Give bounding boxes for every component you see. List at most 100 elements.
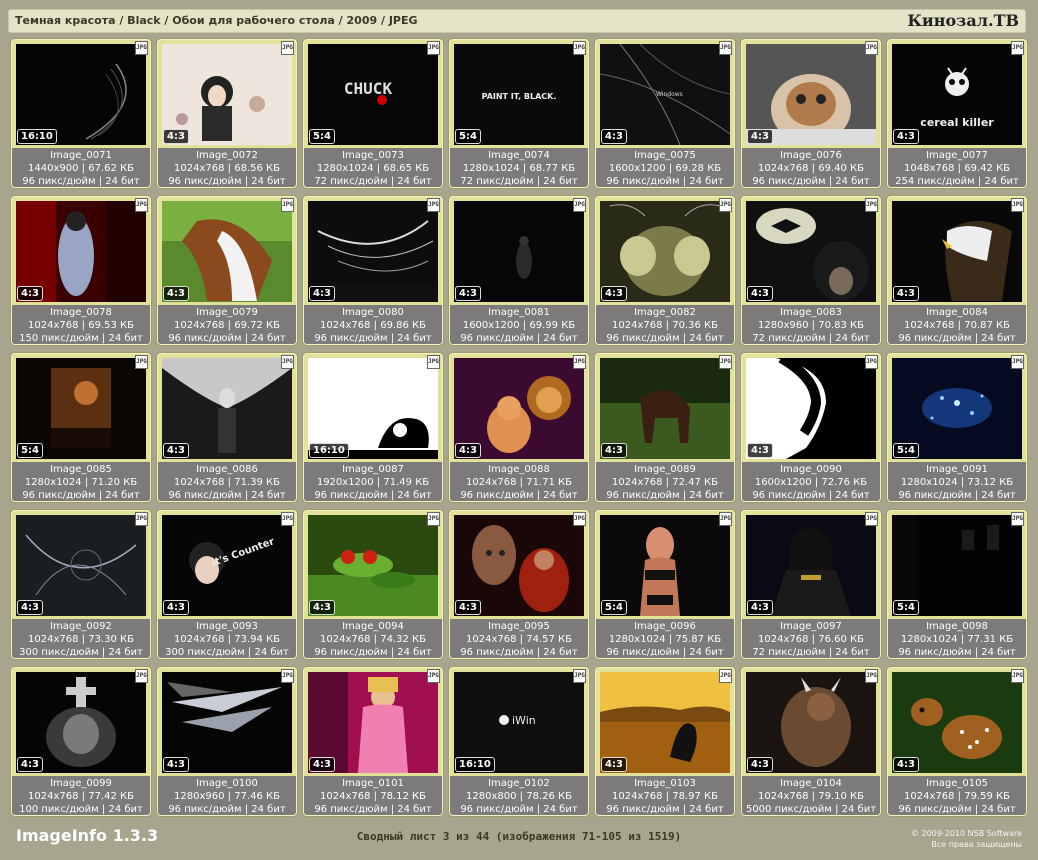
image-resolution: 1280x1024 <box>24 477 82 488</box>
thumbnail-image[interactable]: 4:3 JPG <box>308 669 440 773</box>
thumbnail-image[interactable]: 4:3 JPG <box>16 669 148 773</box>
thumbnail-card[interactable]: 5:4 JPG Image_0098 1280x1024 | 77.31 КБ 96 п… <box>887 510 1027 659</box>
image-dimensions-size: 1024x768 | 74.57 КБ <box>450 633 588 646</box>
breadcrumb: Темная красота / Black / Обои для рабоче… <box>15 14 418 27</box>
image-dpi: 96 пикс/дюйм <box>606 647 680 658</box>
image-info: Image_0101 1024x768 | 78.12 КБ 96 пикс/дюй… <box>304 776 442 815</box>
thumbnail-card[interactable]: 4:3 JPG Image_0092 1024x768 | 73.30 КБ 300 п… <box>11 510 151 659</box>
thumbnail-image[interactable]: 4:3 JPG <box>892 669 1024 773</box>
thumbnail-image[interactable]: 4:3 JPG <box>308 512 440 616</box>
image-info: Image_0103 1024x768 | 78.97 КБ 96 пикс/дюй… <box>596 776 734 815</box>
thumbnail-image[interactable]: 4:3 JPG <box>454 198 586 302</box>
thumbnail-card[interactable]: 4:3 JPG Image_0095 1024x768 | 74.57 КБ 96 пи… <box>449 510 589 659</box>
thumbnail-image[interactable]: CHUCK 5:4 JPG <box>308 41 440 145</box>
thumbnail-card[interactable]: 4:3 JPG Image_0078 1024x768 | 69.53 КБ 150 п… <box>11 196 151 345</box>
thumbnail-image[interactable]: PAINT IT, BLACK. 5:4 JPG <box>454 41 586 145</box>
thumbnail-card[interactable]: 5:4 JPG Image_0085 1280x1024 | 71.20 КБ 96 п… <box>11 353 151 502</box>
copyright: © 2009-2010 NSB Software Все права защищ… <box>911 828 1022 850</box>
thumbnail-card[interactable]: 4:3 JPG Image_0079 1024x768 | 69.72 КБ 96 пи… <box>157 196 297 345</box>
thumbnail-card[interactable]: 16:10 JPG Image_0071 1440x900 | 67.62 КБ 96 … <box>11 39 151 188</box>
thumbnail-card[interactable]: 4:3 JPG Image_0076 1024x768 | 69.40 КБ 96 пи… <box>741 39 881 188</box>
thumbnail-image[interactable]: 4:3 JPG <box>892 198 1024 302</box>
thumbnail-card[interactable]: 4:3 JPG Image_0072 1024x768 | 68.56 КБ 96 пи… <box>157 39 297 188</box>
thumbnail-card[interactable]: 4:3 JPG Image_0081 1600x1200 | 69.99 КБ 96 п… <box>449 196 589 345</box>
thumbnail-image[interactable]: 4:3 JPG <box>454 512 586 616</box>
thumbnail-card[interactable]: 4:3 JPG Image_0082 1024x768 | 70.36 КБ 96 пи… <box>595 196 735 345</box>
image-filesize: 77.46 КБ <box>234 791 280 802</box>
image-dpi: 254 пикс/дюйм <box>895 176 975 187</box>
thumbnail-card[interactable]: 4:3 JPG Image_0103 1024x768 | 78.97 КБ 96 пи… <box>595 667 735 816</box>
thumbnail-image[interactable]: 5:4 JPG <box>600 512 732 616</box>
thumbnail-card[interactable]: 4:3 JPG Image_0101 1024x768 | 78.12 КБ 96 пи… <box>303 667 443 816</box>
thumbnail-image[interactable]: cereal killer 4:3 JPG <box>892 41 1024 145</box>
thumbnail-image[interactable]: 4:3 JPG <box>746 669 878 773</box>
thumbnail-card[interactable]: 4:3 JPG Image_0086 1024x768 | 71.39 КБ 96 пи… <box>157 353 297 502</box>
thumbnail-card[interactable]: 16:10 JPG Image_0087 1920x1200 | 71.49 КБ 96… <box>303 353 443 502</box>
thumbnail-card[interactable]: iWin 16:10 JPG Image_0102 1280x800 | 78.26 К… <box>449 667 589 816</box>
thumbnail-image[interactable]: 4:3 JPG <box>308 198 440 302</box>
thumbnail-image[interactable]: 4:3 JPG <box>600 669 732 773</box>
thumbnail-card[interactable]: it's Counter 4:3 JPG Image_0093 1024x768 | 7… <box>157 510 297 659</box>
image-resolution: 1280x1024 <box>608 634 666 645</box>
image-name: Image_0093 <box>196 621 258 632</box>
jpg-file-icon: JPG <box>573 669 586 683</box>
image-resolution: 1024x768 <box>320 320 371 331</box>
thumbnail-card[interactable]: Windows 4:3 JPG Image_0075 1600x1200 | 69.28… <box>595 39 735 188</box>
thumbnail-card[interactable]: 4:3 JPG Image_0104 1024x768 | 79.10 КБ 5000 … <box>741 667 881 816</box>
thumbnail-card[interactable]: 4:3 JPG Image_0105 1024x768 | 79.59 КБ 96 пи… <box>887 667 1027 816</box>
thumbnail-image[interactable]: 16:10 JPG <box>16 41 148 145</box>
aspect-ratio-badge: 4:3 <box>163 286 189 301</box>
thumbnail-card[interactable]: PAINT IT, BLACK. 5:4 JPG Image_0074 1280x102… <box>449 39 589 188</box>
thumbnail-image[interactable]: 5:4 JPG <box>892 355 1024 459</box>
thumbnail-card[interactable]: CHUCK 5:4 JPG Image_0073 1280x1024 | 68.65 К… <box>303 39 443 188</box>
image-resolution: 1024x768 <box>174 634 225 645</box>
thumbnail-card[interactable]: 4:3 JPG Image_0099 1024x768 | 77.42 КБ 100 п… <box>11 667 151 816</box>
thumbnail-image[interactable]: 4:3 JPG <box>600 198 732 302</box>
separator: | <box>533 647 544 658</box>
thumbnail-card[interactable]: 4:3 JPG Image_0084 1024x768 | 70.87 КБ 96 пи… <box>887 196 1027 345</box>
thumbnail-image[interactable]: 4:3 JPG <box>162 198 294 302</box>
image-info: Image_0092 1024x768 | 73.30 КБ 300 пикс/дю… <box>12 619 150 658</box>
separator: | <box>679 804 690 815</box>
image-filesize: 79.59 КБ <box>964 791 1010 802</box>
thumbnail-card[interactable]: cereal killer 4:3 JPG Image_0077 1048x768 | … <box>887 39 1027 188</box>
thumbnail-card[interactable]: 4:3 JPG Image_0094 1024x768 | 74.32 КБ 96 пи… <box>303 510 443 659</box>
image-filesize: 70.36 КБ <box>672 320 718 331</box>
image-name: Image_0083 <box>780 307 842 318</box>
thumbnail-image[interactable]: iWin 16:10 JPG <box>454 669 586 773</box>
thumbnail-image[interactable]: 4:3 JPG <box>746 355 878 459</box>
thumbnail-image[interactable]: 4:3 JPG <box>16 198 148 302</box>
jpg-file-icon: JPG <box>573 512 586 526</box>
thumbnail-image[interactable]: 4:3 JPG <box>746 512 878 616</box>
thumbnail-image[interactable]: 5:4 JPG <box>892 512 1024 616</box>
separator: | <box>825 176 836 187</box>
image-dimensions-size: 1280x1024 | 75.87 КБ <box>596 633 734 646</box>
thumbnail-image[interactable]: 4:3 JPG <box>600 355 732 459</box>
thumbnail-image[interactable]: 4:3 JPG <box>16 512 148 616</box>
image-resolution: 1024x768 <box>758 634 809 645</box>
thumbnail-card[interactable]: 4:3 JPG Image_0080 1024x768 | 69.86 КБ 96 пи… <box>303 196 443 345</box>
thumbnail-card[interactable]: 4:3 JPG Image_0090 1600x1200 | 72.76 КБ 96 п… <box>741 353 881 502</box>
thumbnail-image[interactable]: Windows 4:3 JPG <box>600 41 732 145</box>
thumbnail-image[interactable]: it's Counter 4:3 JPG <box>162 512 294 616</box>
thumbnail-card[interactable]: 5:4 JPG Image_0091 1280x1024 | 73.12 КБ 96 п… <box>887 353 1027 502</box>
thumbnail-image[interactable]: 4:3 JPG <box>162 669 294 773</box>
thumbnail-image[interactable]: 16:10 JPG <box>308 355 440 459</box>
image-dpi-depth: 100 пикс/дюйм | 24 бит <box>12 803 150 815</box>
thumbnail-card[interactable]: 4:3 JPG Image_0088 1024x768 | 71.71 КБ 96 пи… <box>449 353 589 502</box>
thumbnail-card[interactable]: 4:3 JPG Image_0100 1280x960 | 77.46 КБ 96 пи… <box>157 667 297 816</box>
thumbnail-image[interactable]: 4:3 JPG <box>454 355 586 459</box>
thumbnail-card[interactable]: 5:4 JPG Image_0096 1280x1024 | 75.87 КБ 96 п… <box>595 510 735 659</box>
thumbnail-image[interactable]: 4:3 JPG <box>162 41 294 145</box>
thumbnail-image[interactable]: 4:3 JPG <box>162 355 294 459</box>
thumbnail-image[interactable]: 4:3 JPG <box>746 198 878 302</box>
image-resolution: 1024x768 <box>28 634 79 645</box>
thumbnail-image[interactable]: 4:3 JPG <box>746 41 878 145</box>
image-dimensions-size: 1024x768 | 71.71 КБ <box>450 476 588 489</box>
thumbnail-image[interactable]: 5:4 JPG <box>16 355 148 459</box>
image-filesize: 69.86 КБ <box>380 320 426 331</box>
thumbnail-card[interactable]: 4:3 JPG Image_0083 1280x960 | 70.83 КБ 72 пи… <box>741 196 881 345</box>
thumbnail-card[interactable]: 4:3 JPG Image_0097 1024x768 | 76.60 КБ 72 пи… <box>741 510 881 659</box>
thumbnail-card[interactable]: 4:3 JPG Image_0089 1024x768 | 72.47 КБ 96 пи… <box>595 353 735 502</box>
image-name: Image_0080 <box>342 307 404 318</box>
